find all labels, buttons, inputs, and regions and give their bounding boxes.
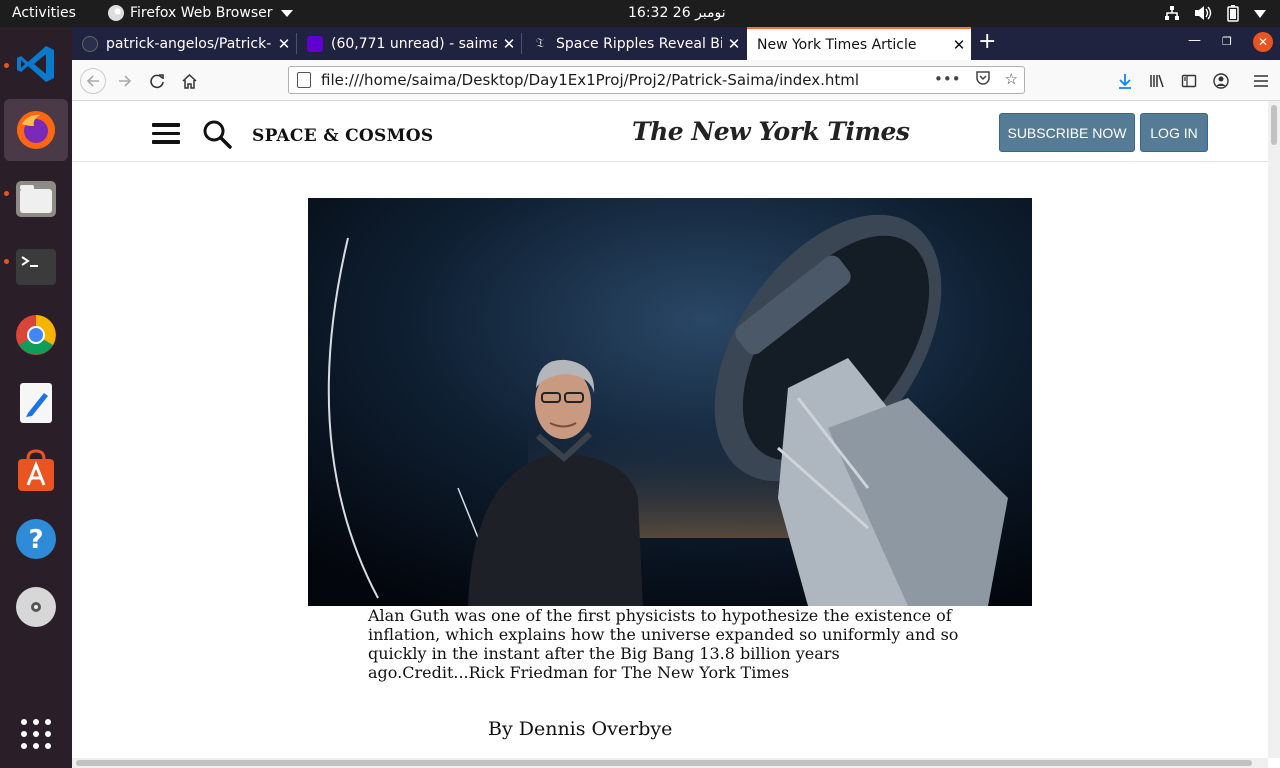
caret-down-icon — [280, 9, 293, 17]
mail-favicon-icon — [307, 35, 323, 52]
show-applications-button[interactable] — [4, 703, 68, 765]
tab-bar: patrick-angelos/Patrick-S ✕ (60,771 unre… — [72, 27, 1280, 60]
firefox-icon — [17, 111, 55, 149]
scrollbar-thumb[interactable] — [76, 760, 1252, 766]
dock-ubuntu-software[interactable] — [4, 440, 68, 502]
navigation-toolbar: file:///home/saima/Desktop/Day1Ex1Proj/P… — [72, 60, 1280, 101]
chrome-icon — [16, 315, 56, 355]
hero-photo — [308, 198, 1032, 606]
dock-dvd-drive[interactable] — [4, 576, 68, 638]
software-store-icon — [18, 449, 54, 491]
svg-text:?: ? — [28, 525, 43, 555]
new-tab-button[interactable]: + — [978, 29, 996, 54]
login-button[interactable]: LOG IN — [1140, 113, 1208, 152]
site-header: SPACE & COSMOS The New York Times SUBSCR… — [72, 101, 1268, 162]
text-editor-icon — [20, 383, 52, 423]
dock-chrome[interactable] — [4, 304, 68, 366]
downloads-icon[interactable] — [1112, 68, 1138, 94]
tab-title: (60,771 unread) - saima_ — [331, 35, 497, 52]
battery-icon[interactable] — [1226, 4, 1240, 26]
clock[interactable]: 16:32 نومبر 26 — [628, 5, 726, 21]
close-tab-icon[interactable]: ✕ — [947, 36, 971, 54]
byline: By Dennis Overbye — [488, 718, 673, 740]
system-top-bar: Activities Firefox Web Browser 16:32 نوم… — [0, 0, 1280, 27]
account-icon[interactable] — [1208, 68, 1234, 94]
tab-github[interactable]: patrick-angelos/Patrick-S ✕ — [72, 27, 296, 60]
photo-caption: Alan Guth was one of the first physicist… — [368, 606, 959, 682]
dock-help[interactable]: ? — [4, 508, 68, 570]
disc-icon — [16, 587, 56, 627]
network-icon[interactable] — [1164, 5, 1180, 25]
tab-title: Space Ripples Reveal Big — [556, 35, 722, 52]
tab-title: patrick-angelos/Patrick-S — [106, 35, 272, 52]
dock-text-editor[interactable] — [4, 372, 68, 434]
dock-vscode[interactable] — [4, 33, 68, 95]
close-tab-icon[interactable]: ✕ — [272, 35, 296, 53]
library-icon[interactable] — [1144, 68, 1170, 94]
page-actions-icon[interactable]: ••• — [934, 70, 961, 90]
nyt-logo[interactable]: The New York Times — [632, 117, 910, 146]
dock-terminal[interactable] — [4, 236, 68, 298]
tab-title: New York Times Article — [757, 36, 917, 53]
app-menu[interactable]: Firefox Web Browser — [108, 5, 293, 21]
hamburger-menu-icon[interactable] — [152, 123, 180, 145]
url-text[interactable]: file:///home/saima/Desktop/Day1Ex1Proj/P… — [321, 71, 859, 89]
vertical-scrollbar[interactable] — [1268, 101, 1280, 758]
maximize-window-icon[interactable]: ❐ — [1222, 35, 1232, 48]
telescope-portrait-image — [308, 198, 1032, 606]
tab-nyt-article[interactable]: New York Times Article ✕ — [747, 27, 971, 60]
tab-mail[interactable]: (60,771 unread) - saima_ ✕ — [297, 27, 521, 60]
dock-firefox[interactable] — [4, 99, 68, 161]
terminal-icon — [16, 249, 56, 285]
system-menu-caret-icon[interactable] — [1254, 7, 1266, 23]
app-grid-icon — [21, 719, 51, 749]
back-icon[interactable] — [80, 68, 106, 94]
volume-icon[interactable] — [1194, 5, 1212, 25]
dock-files[interactable] — [4, 168, 68, 230]
firefox-mini-icon — [108, 5, 124, 21]
vscode-icon — [17, 46, 54, 82]
reload-icon[interactable] — [144, 68, 170, 94]
close-window-icon[interactable]: ✕ — [1253, 32, 1273, 52]
scrollbar-thumb[interactable] — [1271, 105, 1277, 145]
url-bar[interactable]: file:///home/saima/Desktop/Day1Ex1Proj/P… — [288, 66, 1025, 94]
activities-button[interactable]: Activities — [12, 5, 76, 21]
home-icon[interactable] — [176, 68, 202, 94]
dock: ? — [0, 27, 72, 768]
search-icon[interactable] — [202, 119, 232, 149]
sidebar-icon[interactable] — [1176, 68, 1202, 94]
menu-icon[interactable] — [1248, 68, 1274, 94]
page-info-icon[interactable] — [297, 72, 311, 88]
tab-space-ripples[interactable]: 𝔗 Space Ripples Reveal Big ✕ — [522, 27, 746, 60]
bookmark-star-icon[interactable]: ☆ — [1005, 70, 1018, 90]
files-icon — [16, 181, 56, 217]
system-tray[interactable] — [1164, 4, 1266, 26]
subscribe-button[interactable]: SUBSCRIBE NOW — [999, 113, 1135, 152]
horizontal-scrollbar[interactable] — [72, 758, 1268, 768]
app-menu-label: Firefox Web Browser — [130, 5, 273, 21]
nyt-favicon-icon: 𝔗 — [532, 35, 548, 52]
help-icon: ? — [16, 519, 56, 559]
forward-icon[interactable] — [112, 68, 138, 94]
close-tab-icon[interactable]: ✕ — [722, 35, 746, 53]
section-title[interactable]: SPACE & COSMOS — [252, 126, 433, 146]
page-content: SPACE & COSMOS The New York Times SUBSCR… — [72, 101, 1268, 758]
close-tab-icon[interactable]: ✕ — [497, 35, 521, 53]
minimize-window-icon[interactable]: — — [1188, 33, 1201, 48]
github-favicon-icon — [82, 35, 98, 52]
pocket-icon[interactable] — [975, 70, 991, 90]
